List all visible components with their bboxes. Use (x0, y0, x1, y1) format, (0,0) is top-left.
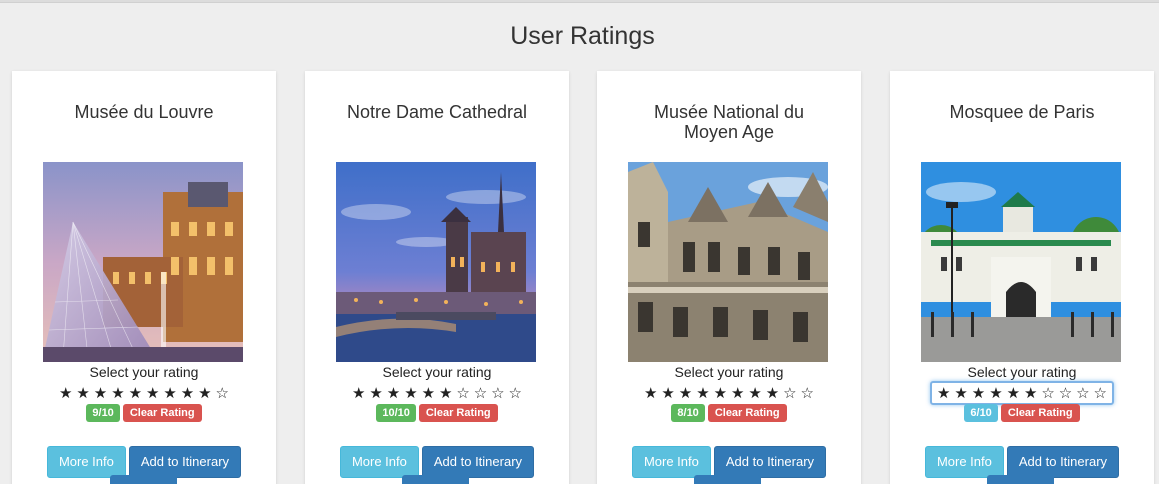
louvre-photo (43, 162, 243, 362)
attraction-card: Mosquee de Paris Select your rating ★ ★ … (890, 71, 1154, 484)
star-empty-icon[interactable]: ☆ (454, 384, 471, 402)
star-rating: ★ ★ ★ ★ ★ ★ ☆ ☆ ☆ ☆ (305, 381, 569, 405)
star-filled-icon[interactable]: ★ (179, 384, 196, 402)
card-title: Mosquee de Paris (949, 102, 1095, 122)
add-to-itinerary-button[interactable]: Add to Itinerary (421, 446, 535, 478)
star-filled-icon[interactable]: ★ (74, 384, 91, 402)
add-to-itinerary-button[interactable]: Add to Itinerary (713, 446, 827, 478)
star-filled-icon[interactable]: ★ (712, 384, 729, 402)
rating-labels: 8/10 Clear Rating (597, 404, 861, 422)
star-filled-icon[interactable]: ★ (746, 384, 763, 402)
star-rating: ★ ★ ★ ★ ★ ★ ★ ★ ☆ ☆ (597, 381, 861, 405)
star-filled-icon[interactable]: ★ (196, 384, 213, 402)
star-empty-icon[interactable]: ☆ (799, 384, 816, 402)
card-title: Musée du Louvre (74, 102, 214, 122)
partially-visible-button[interactable] (987, 475, 1054, 484)
star-filled-icon[interactable]: ★ (764, 384, 781, 402)
star-empty-icon[interactable]: ☆ (214, 384, 231, 402)
rating-badge: 9/10 (86, 404, 120, 422)
star-filled-icon[interactable]: ★ (385, 384, 402, 402)
top-border (0, 0, 1159, 3)
card-actions: More Info Add to Itinerary (305, 446, 569, 478)
star-empty-icon[interactable]: ☆ (1074, 384, 1091, 402)
star-filled-icon[interactable]: ★ (92, 384, 109, 402)
card-actions: More Info Add to Itinerary (597, 446, 861, 478)
star-rating-control[interactable]: ★ ★ ★ ★ ★ ★ ★ ★ ☆ ☆ (637, 381, 821, 405)
rating-badge: 10/10 (376, 404, 416, 422)
attraction-photo[interactable] (43, 162, 243, 362)
attraction-photo[interactable] (921, 162, 1121, 362)
rating-badge: 8/10 (671, 404, 705, 422)
star-filled-icon[interactable]: ★ (350, 384, 367, 402)
star-filled-icon[interactable]: ★ (1022, 384, 1039, 402)
select-rating-label: Select your rating (382, 364, 492, 380)
star-empty-icon[interactable]: ☆ (472, 384, 489, 402)
card-title: Notre Dame Cathedral (346, 102, 528, 122)
partially-visible-button[interactable] (694, 475, 761, 484)
select-rating-label: Select your rating (967, 364, 1077, 380)
star-empty-icon[interactable]: ☆ (781, 384, 798, 402)
star-filled-icon[interactable]: ★ (659, 384, 676, 402)
star-rating-control[interactable]: ★ ★ ★ ★ ★ ★ ★ ★ ★ ☆ (52, 381, 236, 405)
add-to-itinerary-button[interactable]: Add to Itinerary (128, 446, 242, 478)
attraction-card: Musée National du Moyen Age Select your … (597, 71, 861, 484)
page-title: User Ratings (510, 22, 655, 50)
star-filled-icon[interactable]: ★ (642, 384, 659, 402)
attraction-photo[interactable] (336, 162, 536, 362)
rating-badge: 6/10 (964, 404, 998, 422)
star-filled-icon[interactable]: ★ (677, 384, 694, 402)
rating-labels: 6/10 Clear Rating (890, 404, 1154, 422)
star-filled-icon[interactable]: ★ (109, 384, 126, 402)
rating-labels: 10/10 Clear Rating (305, 404, 569, 422)
rating-labels: 9/10 Clear Rating (12, 404, 276, 422)
star-filled-icon[interactable]: ★ (367, 384, 384, 402)
star-rating: ★ ★ ★ ★ ★ ★ ★ ★ ★ ☆ (12, 381, 276, 405)
card-actions: More Info Add to Itinerary (12, 446, 276, 478)
attraction-card: Musée du Louvre Select your rating ★ ★ ★… (12, 71, 276, 484)
partially-visible-button[interactable] (110, 475, 177, 484)
mosque-photo (921, 162, 1121, 362)
star-filled-icon[interactable]: ★ (161, 384, 178, 402)
star-rating-control[interactable]: ★ ★ ★ ★ ★ ★ ☆ ☆ ☆ ☆ (345, 381, 529, 405)
star-filled-icon[interactable]: ★ (402, 384, 419, 402)
add-to-itinerary-button[interactable]: Add to Itinerary (1006, 446, 1120, 478)
star-rating: ★ ★ ★ ★ ★ ★ ☆ ☆ ☆ ☆ (890, 381, 1154, 405)
star-filled-icon[interactable]: ★ (57, 384, 74, 402)
more-info-button[interactable]: More Info (339, 446, 419, 478)
select-rating-label: Select your rating (674, 364, 784, 380)
star-filled-icon[interactable]: ★ (694, 384, 711, 402)
clear-rating-button[interactable]: Clear Rating (122, 404, 202, 422)
star-filled-icon[interactable]: ★ (1005, 384, 1022, 402)
star-empty-icon[interactable]: ☆ (1057, 384, 1074, 402)
star-empty-icon[interactable]: ☆ (489, 384, 506, 402)
star-filled-icon[interactable]: ★ (437, 384, 454, 402)
more-info-button[interactable]: More Info (631, 446, 711, 478)
star-filled-icon[interactable]: ★ (729, 384, 746, 402)
star-filled-icon[interactable]: ★ (987, 384, 1004, 402)
star-filled-icon[interactable]: ★ (144, 384, 161, 402)
clear-rating-button[interactable]: Clear Rating (418, 404, 498, 422)
star-empty-icon[interactable]: ☆ (1092, 384, 1109, 402)
star-filled-icon[interactable]: ★ (935, 384, 952, 402)
partially-visible-button[interactable] (402, 475, 469, 484)
attraction-photo[interactable] (628, 162, 828, 362)
more-info-button[interactable]: More Info (46, 446, 126, 478)
card-title: Musée National du Moyen Age (653, 102, 805, 142)
clear-rating-button[interactable]: Clear Rating (1000, 404, 1080, 422)
attraction-card: Notre Dame Cathedral Select your rating … (305, 71, 569, 484)
star-empty-icon[interactable]: ☆ (1039, 384, 1056, 402)
star-filled-icon[interactable]: ★ (952, 384, 969, 402)
notre-dame-photo (336, 162, 536, 362)
star-empty-icon[interactable]: ☆ (507, 384, 524, 402)
star-filled-icon[interactable]: ★ (970, 384, 987, 402)
star-filled-icon[interactable]: ★ (127, 384, 144, 402)
clear-rating-button[interactable]: Clear Rating (707, 404, 787, 422)
card-actions: More Info Add to Itinerary (890, 446, 1154, 478)
star-filled-icon[interactable]: ★ (420, 384, 437, 402)
moyen-age-photo (628, 162, 828, 362)
select-rating-label: Select your rating (89, 364, 199, 380)
star-rating-control[interactable]: ★ ★ ★ ★ ★ ★ ☆ ☆ ☆ ☆ (930, 381, 1114, 405)
more-info-button[interactable]: More Info (924, 446, 1004, 478)
